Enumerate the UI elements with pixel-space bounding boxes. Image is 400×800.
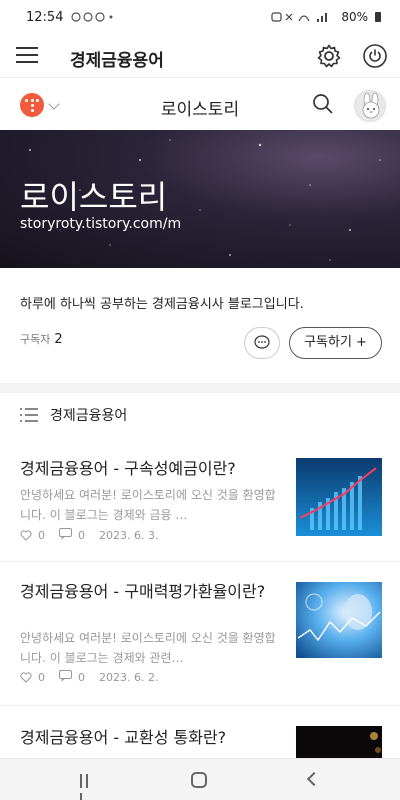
post-meta: 0 0 2023. 6. 3. — [20, 528, 158, 542]
subscribers-label: 구독자 — [20, 333, 51, 346]
post-date: 2023. 6. 2. — [99, 670, 159, 684]
app-header: 경제금융용어 — [0, 34, 400, 78]
subscribers-count: 2 — [54, 332, 63, 347]
post-title[interactable]: 경제금융용어 - 구매력평가환율이란? — [20, 580, 282, 603]
heart-icon[interactable] — [20, 671, 32, 683]
chat-button[interactable] — [244, 327, 280, 359]
back-icon[interactable] — [306, 771, 322, 787]
post-meta: 0 0 2023. 6. 2. — [20, 670, 158, 684]
cover-title: 로이스토리 — [20, 178, 168, 216]
post-item[interactable]: 경제금융용어 - 구속성예금이란? 안녕하세요 여러분! 로이스토리에 오신 것… — [0, 445, 400, 562]
battery-icon — [375, 12, 381, 22]
recent-apps-icon[interactable] — [80, 773, 96, 800]
power-icon[interactable] — [362, 43, 388, 69]
post-thumbnail[interactable] — [296, 458, 382, 536]
blog-cover: 로이스토리 storyroty.tistory.com/m — [0, 130, 400, 268]
comment-count: 0 — [78, 528, 85, 542]
post-excerpt: 안녕하세요 여러분! 로이스토리에 오신 것을 환영합니다. 이 블로그는 경제… — [20, 631, 276, 665]
section-divider — [0, 383, 400, 393]
blog-header: 로이스토리 — [0, 78, 400, 132]
finance-chart-thumbnail — [296, 458, 382, 536]
chat-icon — [254, 335, 270, 349]
search-icon[interactable] — [312, 93, 334, 115]
like-count: 0 — [38, 528, 45, 542]
system-status-glyphs — [271, 12, 328, 22]
comment-icon[interactable] — [59, 528, 72, 540]
system-nav-bar — [0, 758, 400, 800]
status-bar: 12:54 80% — [0, 0, 400, 34]
status-time: 12:54 — [26, 9, 64, 25]
post-thumbnail[interactable] — [296, 582, 382, 658]
notification-icons — [71, 11, 115, 23]
notification-icons-glyphs — [71, 12, 113, 22]
finance-hologram-thumbnail — [296, 582, 382, 658]
gear-icon[interactable] — [316, 43, 342, 69]
list-icon — [20, 408, 38, 422]
comment-count: 0 — [78, 670, 85, 684]
post-excerpt: 안녕하세요 여러분! 로이스토리에 오신 것을 환영합니다. 이 블로그는 경제… — [20, 488, 276, 522]
comment-icon[interactable] — [59, 670, 72, 682]
post-item[interactable]: 경제금융용어 - 교환성 통화란? — [0, 706, 400, 758]
blog-description: 하루에 하나씩 공부하는 경제금융시사 블로그입니다. — [20, 297, 304, 312]
screen: 12:54 80% 경제금융용어 로이스토리 로이스토리 storyroty.t… — [0, 0, 400, 800]
heart-icon[interactable] — [20, 529, 32, 541]
dark-thumbnail — [370, 732, 381, 753]
blog-url[interactable]: storyroty.tistory.com/m — [20, 216, 181, 232]
post-item[interactable]: 경제금융용어 - 구매력평가환율이란? 안녕하세요 여러분! 로이스토리에 오신… — [0, 562, 400, 706]
app-title: 경제금융용어 — [70, 51, 164, 71]
post-title[interactable]: 경제금융용어 - 교환성 통화란? — [20, 726, 282, 749]
avatar[interactable] — [354, 90, 386, 122]
category-label: 경제금융용어 — [50, 408, 128, 424]
like-count: 0 — [38, 670, 45, 684]
post-date: 2023. 6. 3. — [99, 528, 159, 542]
post-title[interactable]: 경제금융용어 - 구속성예금이란? — [20, 457, 282, 480]
blog-name: 로이스토리 — [160, 100, 240, 120]
subscribe-button[interactable]: 구독하기 + — [289, 327, 382, 359]
post-thumbnail[interactable] — [296, 726, 382, 758]
home-icon[interactable] — [191, 772, 207, 788]
category-header: 경제금융용어 — [20, 405, 127, 425]
system-icons: 80% — [271, 10, 382, 24]
battery-level: 80% — [341, 10, 368, 24]
hamburger-icon[interactable] — [16, 47, 38, 65]
subscriber-info: 구독자 2 — [20, 331, 63, 347]
